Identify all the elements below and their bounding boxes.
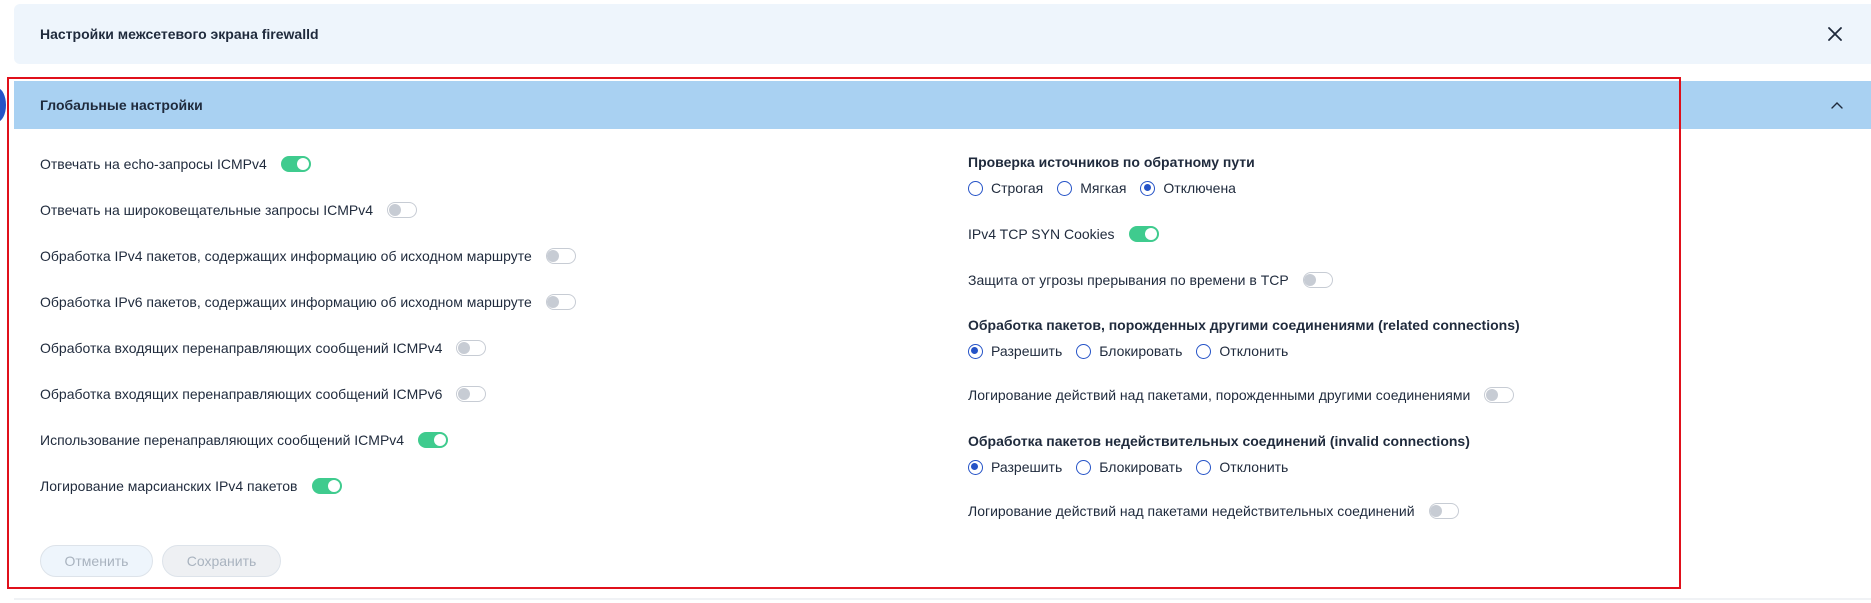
radio-button[interactable]: [1196, 343, 1212, 359]
radio-label: Отключена: [1163, 180, 1236, 196]
setting-row: Логирование действий над пакетами недейс…: [968, 499, 1459, 523]
setting-row: IPv4 TCP SYN Cookies: [968, 222, 1159, 246]
setting-label: Защита от угрозы прерывания по времени в…: [968, 272, 1289, 288]
setting-row: Защита от угрозы прерывания по времени в…: [968, 268, 1333, 292]
setting-row: Отвечать на echo-запросы ICMPv4: [40, 152, 311, 176]
radio-label: Блокировать: [1099, 459, 1183, 475]
setting-label: Обработка входящих перенаправляющих сооб…: [40, 340, 443, 356]
radio-button[interactable]: [1076, 343, 1092, 359]
radio-button[interactable]: [968, 343, 983, 359]
chevron-up-icon: [1831, 102, 1843, 109]
toggle-switch[interactable]: [387, 202, 418, 218]
dialog-title: Настройки межсетевого экрана firewalld: [40, 26, 319, 42]
radio-button[interactable]: [968, 459, 983, 475]
setting-row: Логирование марсианских IPv4 пакетов: [40, 474, 342, 498]
radio-option[interactable]: Блокировать: [1076, 459, 1182, 475]
setting-label: Обработка IPv6 пакетов, содержащих инфор…: [40, 294, 532, 310]
invalid-radio-group: Разрешить Блокировать Отклонить: [968, 459, 1302, 475]
radio-label: Блокировать: [1099, 343, 1183, 359]
radio-label: Строгая: [991, 180, 1044, 196]
setting-row: Логирование действий над пакетами, порож…: [968, 383, 1515, 407]
toggle-switch[interactable]: [456, 386, 487, 402]
radio-option[interactable]: Мягкая: [1057, 180, 1126, 196]
setting-label: Логирование действий над пакетами недейс…: [968, 503, 1415, 519]
setting-row: Обработка IPv6 пакетов, содержащих инфор…: [40, 290, 576, 314]
rp-filter-title: Проверка источников по обратному пути: [968, 154, 1255, 170]
toggle-switch[interactable]: [1302, 272, 1333, 288]
radio-label: Отклонить: [1219, 343, 1289, 359]
radio-option[interactable]: Отклонить: [1196, 343, 1288, 359]
radio-option[interactable]: Разрешить: [968, 343, 1062, 359]
setting-label: Отвечать на широковещательные запросы IC…: [40, 202, 374, 218]
radio-button[interactable]: [1140, 180, 1156, 196]
collapse-button[interactable]: [1825, 93, 1849, 117]
radio-label: Разрешить: [991, 343, 1063, 359]
close-button[interactable]: [1823, 22, 1847, 46]
setting-row: Обработка входящих перенаправляющих сооб…: [40, 382, 487, 406]
setting-label: Отвечать на echo-запросы ICMPv4: [40, 156, 267, 172]
setting-row: Обработка входящих перенаправляющих сооб…: [40, 336, 487, 360]
radio-option[interactable]: Строгая: [968, 180, 1043, 196]
setting-label: Обработка входящих перенаправляющих сооб…: [40, 386, 443, 402]
radio-button[interactable]: [1076, 459, 1092, 475]
section-title: Глобальные настройки: [40, 97, 203, 113]
side-marker: [0, 88, 6, 122]
toggle-switch[interactable]: [456, 340, 487, 356]
invalid-title: Обработка пакетов недействительных соеди…: [968, 433, 1470, 449]
setting-label: Логирование действий над пакетами, порож…: [968, 387, 1471, 403]
close-icon: [1828, 27, 1842, 41]
radio-option[interactable]: Отклонить: [1196, 459, 1288, 475]
setting-label: Использование перенаправляющих сообщений…: [40, 432, 405, 448]
toggle-switch[interactable]: [1428, 503, 1459, 519]
radio-button[interactable]: [1196, 459, 1212, 475]
rp-filter-radio-group: Строгая Мягкая Отключена: [968, 180, 1250, 196]
toggle-switch[interactable]: [1128, 226, 1159, 242]
toggle-switch[interactable]: [280, 156, 311, 172]
setting-row: Отвечать на широковещательные запросы IC…: [40, 198, 418, 222]
section-header-global[interactable]: Глобальные настройки: [14, 81, 1871, 129]
related-title: Обработка пакетов, порожденных другими с…: [968, 317, 1520, 333]
radio-button[interactable]: [1057, 180, 1073, 196]
divider: [14, 598, 1871, 600]
setting-label: Обработка IPv4 пакетов, содержащих инфор…: [40, 248, 532, 264]
radio-label: Отклонить: [1219, 459, 1289, 475]
toggle-switch[interactable]: [545, 294, 576, 310]
setting-label: Логирование марсианских IPv4 пакетов: [40, 478, 298, 494]
radio-label: Разрешить: [991, 459, 1063, 475]
setting-row: Использование перенаправляющих сообщений…: [40, 428, 449, 452]
radio-button[interactable]: [968, 180, 983, 196]
save-button[interactable]: Сохранить: [162, 545, 281, 577]
toggle-switch[interactable]: [311, 478, 342, 494]
toggle-switch[interactable]: [418, 432, 449, 448]
related-radio-group: Разрешить Блокировать Отклонить: [968, 343, 1302, 359]
dialog-header: Настройки межсетевого экрана firewalld: [14, 4, 1871, 64]
radio-option[interactable]: Блокировать: [1076, 343, 1182, 359]
toggle-switch[interactable]: [1484, 387, 1515, 403]
radio-label: Мягкая: [1080, 180, 1127, 196]
radio-option[interactable]: Отключена: [1140, 180, 1236, 196]
setting-row: Обработка IPv4 пакетов, содержащих инфор…: [40, 244, 576, 268]
toggle-switch[interactable]: [545, 248, 576, 264]
cancel-button[interactable]: Отменить: [40, 545, 153, 577]
setting-label: IPv4 TCP SYN Cookies: [968, 226, 1115, 242]
radio-option[interactable]: Разрешить: [968, 459, 1062, 475]
